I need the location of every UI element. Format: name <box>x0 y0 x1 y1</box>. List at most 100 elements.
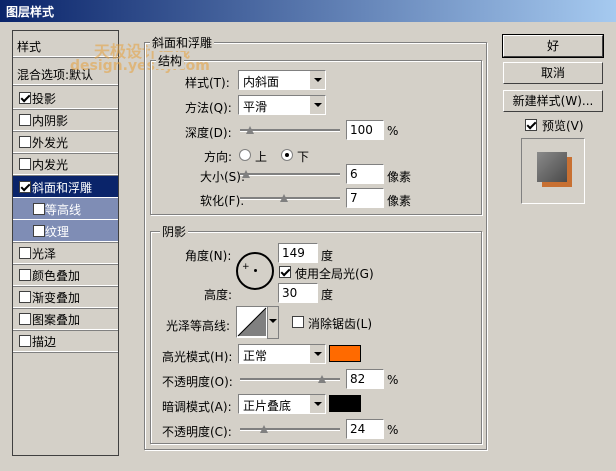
sidebar-item-label: 斜面和浮雕 <box>32 181 93 195</box>
preview-swatch <box>537 152 567 182</box>
style-select-value: 内斜面 <box>243 75 280 89</box>
style-label: 样式(T): <box>185 76 230 90</box>
soften-slider[interactable] <box>240 194 340 204</box>
cancel-button[interactable]: 取消 <box>503 62 603 84</box>
angle-input[interactable]: 149 <box>278 243 318 263</box>
direction-up-label: 上 <box>255 150 268 164</box>
sidebar-item[interactable]: 描边 <box>13 330 118 352</box>
slider-thumb[interactable] <box>242 170 250 178</box>
sidebar-item-checkbox[interactable] <box>33 203 45 215</box>
sidebar-item-label: 内阴影 <box>32 114 69 128</box>
shading-title: 阴影 <box>160 223 189 240</box>
altitude-input[interactable]: 30 <box>278 283 318 303</box>
sidebar-item[interactable]: 光泽 <box>13 242 118 264</box>
sidebar-item[interactable]: 投影 <box>13 87 118 109</box>
depth-input-value: 100 <box>350 123 373 137</box>
technique-select[interactable]: 平滑 <box>238 95 326 115</box>
sidebar-item[interactable]: 颜色叠加 <box>13 264 118 286</box>
gloss-contour-dropdown[interactable] <box>267 306 279 339</box>
sidebar-item-checkbox[interactable] <box>19 291 31 303</box>
direction-label: 方向: <box>204 150 233 164</box>
chevron-down-icon <box>309 345 325 363</box>
sidebar-item-checkbox[interactable] <box>19 181 31 193</box>
highlight-mode-label: 高光模式(H): <box>162 350 233 364</box>
shadow-mode-select[interactable]: 正片叠底 <box>238 394 326 414</box>
slider-thumb[interactable] <box>260 425 268 433</box>
sidebar-item-checkbox[interactable] <box>19 335 31 347</box>
altitude-input-value: 30 <box>282 286 298 300</box>
size-slider[interactable] <box>240 170 340 180</box>
slider-track <box>240 428 340 431</box>
sidebar-item-label: 描边 <box>32 335 57 349</box>
depth-slider[interactable] <box>240 126 340 136</box>
sidebar-item[interactable]: 内发光 <box>13 153 118 175</box>
sidebar-item-label: 图案叠加 <box>32 313 81 327</box>
highlight-mode-select[interactable]: 正常 <box>238 344 326 364</box>
shadow-opacity-slider[interactable] <box>240 425 340 435</box>
highlight-color-swatch[interactable] <box>329 345 361 362</box>
sidebar-item[interactable]: 内阴影 <box>13 109 118 131</box>
angle-unit: 度 <box>321 249 334 263</box>
angle-input-value: 149 <box>282 246 305 260</box>
sidebar-item-checkbox[interactable] <box>19 114 31 126</box>
chevron-down-icon <box>309 395 325 413</box>
sidebar-item-checkbox[interactable] <box>19 269 31 281</box>
new-style-button[interactable]: 新建样式(W)... <box>503 90 603 112</box>
sidebar-item[interactable]: 纹理 <box>13 220 118 242</box>
soften-input[interactable]: 7 <box>346 188 384 208</box>
chevron-down-icon <box>269 319 277 323</box>
size-unit: 像素 <box>387 170 412 184</box>
technique-select-value: 平滑 <box>243 100 268 114</box>
style-list-sidebar: 样式 混合选项:默认 投影 内阴影 外发光 内发光 斜面和浮雕 等高线 纹理 光泽 颜色叠加 渐变… <box>12 30 119 456</box>
sidebar-item[interactable]: 外发光 <box>13 131 118 153</box>
slider-thumb[interactable] <box>280 194 288 202</box>
highlight-mode-value: 正常 <box>243 349 268 363</box>
sidebar-item[interactable]: 渐变叠加 <box>13 286 118 308</box>
highlight-opacity-input[interactable]: 82 <box>346 369 384 389</box>
ok-button[interactable]: 好 <box>502 34 604 58</box>
angle-dial[interactable]: + <box>236 252 274 290</box>
sidebar-item-label: 投影 <box>32 92 57 106</box>
shadow-opacity-label: 不透明度(C): <box>162 425 232 439</box>
highlight-opacity-label: 不透明度(O): <box>162 375 233 389</box>
structure-title: 结构 <box>156 52 185 69</box>
size-input[interactable]: 6 <box>346 164 384 184</box>
style-select[interactable]: 内斜面 <box>238 70 326 90</box>
technique-label: 方法(Q): <box>185 101 232 115</box>
sidebar-item-checkbox[interactable] <box>19 158 31 170</box>
slider-thumb[interactable] <box>246 126 254 134</box>
chevron-down-icon <box>309 71 325 89</box>
depth-label: 深度(D): <box>185 126 232 140</box>
sidebar-item-label: 纹理 <box>45 225 70 239</box>
preview-checkbox[interactable] <box>525 119 537 131</box>
highlight-opacity-slider[interactable] <box>240 375 340 385</box>
shadow-opacity-unit: % <box>387 423 399 437</box>
direction-up-radio[interactable] <box>239 149 251 161</box>
slider-track <box>240 129 340 132</box>
antialias-label: 消除锯齿(L) <box>308 317 373 331</box>
sidebar-item[interactable]: 图案叠加 <box>13 308 118 330</box>
sidebar-item-checkbox[interactable] <box>19 92 31 104</box>
angle-label: 角度(N): <box>185 249 232 263</box>
soften-unit: 像素 <box>387 194 412 208</box>
shadow-opacity-input[interactable]: 24 <box>346 419 384 439</box>
slider-thumb[interactable] <box>318 375 326 383</box>
shadow-color-swatch[interactable] <box>329 395 361 412</box>
sidebar-item-checkbox[interactable] <box>19 136 31 148</box>
antialias-checkbox[interactable] <box>292 316 304 328</box>
sidebar-item-label: 内发光 <box>32 158 69 172</box>
direction-down-label: 下 <box>297 150 310 164</box>
sidebar-item-checkbox[interactable] <box>19 313 31 325</box>
gloss-contour-picker[interactable] <box>236 306 268 338</box>
chevron-down-icon <box>309 96 325 114</box>
depth-input[interactable]: 100 <box>346 120 384 140</box>
sidebar-item-label: 光泽 <box>32 247 57 261</box>
sidebar-item[interactable]: 斜面和浮雕 <box>13 176 118 198</box>
sidebar-item-checkbox[interactable] <box>33 225 45 237</box>
sidebar-item[interactable]: 等高线 <box>13 198 118 220</box>
direction-down-radio[interactable] <box>281 149 293 161</box>
slider-track <box>240 173 340 176</box>
sidebar-item-checkbox[interactable] <box>19 247 31 259</box>
global-light-checkbox[interactable] <box>279 266 291 278</box>
soften-label: 软化(F): <box>200 194 245 208</box>
